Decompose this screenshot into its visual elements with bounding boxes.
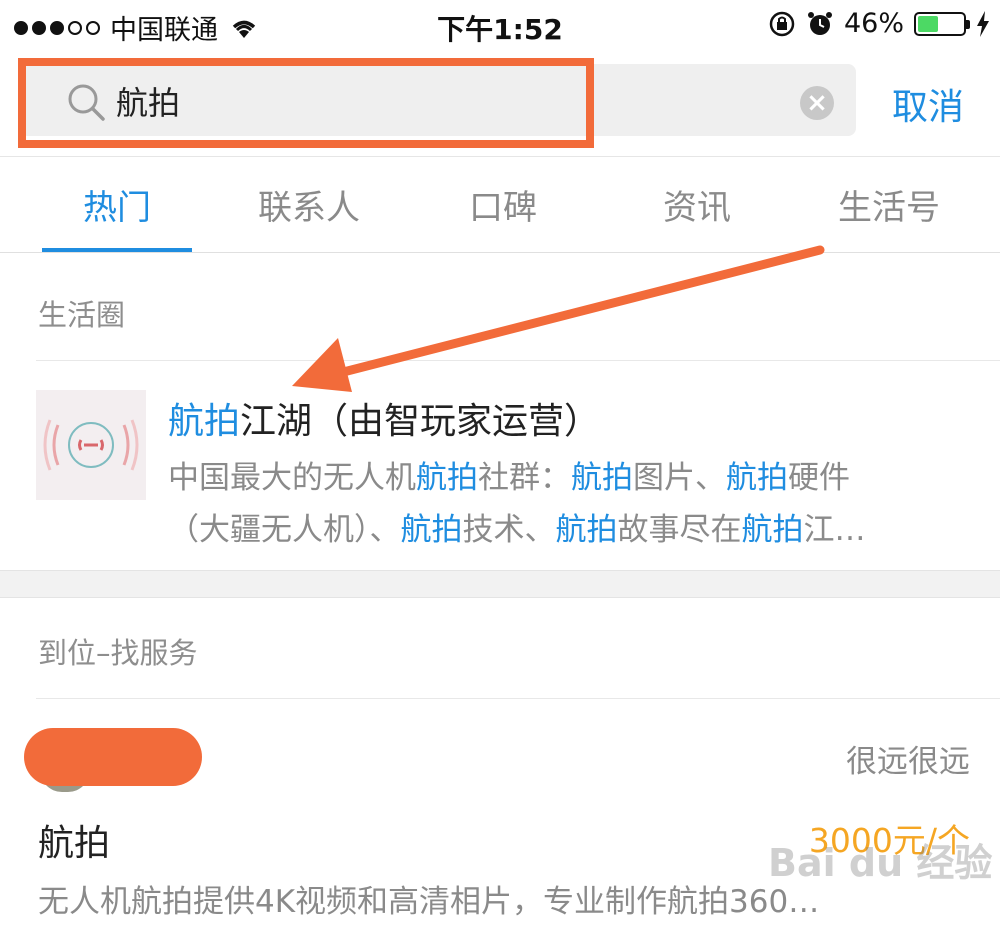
redaction-mark	[24, 728, 202, 786]
section-title-services: 到位–找服务	[38, 636, 198, 670]
distance-label: 很远很远	[846, 744, 970, 780]
service-title[interactable]: 航拍	[38, 814, 110, 866]
service-description: 无人机航拍提供4K视频和高清相片，专业制作航拍360…	[38, 884, 820, 920]
section-separator	[0, 570, 1000, 598]
watermark-logo: Bai du 经验	[768, 841, 993, 885]
